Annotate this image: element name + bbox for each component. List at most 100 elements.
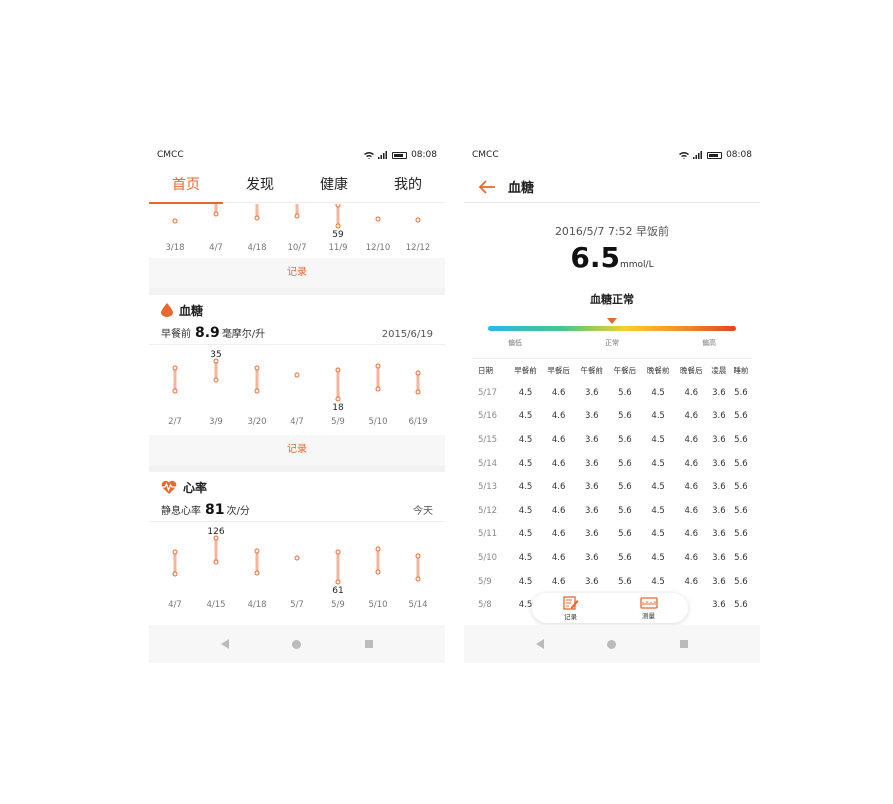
range-point	[254, 388, 260, 394]
page-title: 血糖	[508, 181, 535, 196]
tab-mine[interactable]: 我的	[371, 171, 445, 202]
recent-apps-icon[interactable]	[680, 640, 689, 648]
tick-label: 4/15	[206, 600, 225, 610]
home-feed[interactable]: 59 3/18 4/7 4/18 10/7 11/9 12/10 12/12 记…	[149, 204, 445, 624]
record-action-button[interactable]: 记录	[562, 595, 579, 621]
value-cell: 4.6	[684, 529, 698, 540]
column-header: 晚餐前	[646, 365, 670, 375]
table-row[interactable]: 5/10 4.5 4.6 3.6 5.6 4.5 4.6 3.6 5.6	[472, 546, 752, 570]
range-point	[172, 388, 178, 394]
glucose-history-table[interactable]: 日期 早餐前 早餐后 午餐前 午餐后 晚餐前 晚餐后 凌晨 睡前 5/17 4.5…	[472, 358, 752, 617]
value-cell: 4.5	[651, 529, 665, 540]
heart-rate-date: 今天	[413, 506, 433, 517]
reading-time: 2016/5/7 7:52 早饭前	[554, 225, 670, 238]
value-cell: 3.6	[585, 529, 599, 540]
measure-action-button[interactable]: 测量	[639, 596, 658, 620]
data-point	[172, 218, 178, 224]
glucose-gauge	[488, 326, 736, 331]
battery-icon	[392, 151, 408, 159]
value-cell: 4.6	[551, 552, 566, 563]
glucose-card[interactable]: 血糖 早餐前 8.9 毫摩尔/升 2015/6/19 35 18 2/7 3/9…	[149, 295, 445, 435]
record-action-label: 记录	[564, 612, 577, 621]
table-row[interactable]: 5/14 4.5 4.6 3.6 5.6 4.5 4.6 3.6 5.6	[472, 452, 752, 476]
value-cell: 3.6	[712, 505, 726, 516]
date-cell: 5/10	[478, 552, 498, 563]
tab-health[interactable]: 健康	[297, 171, 371, 202]
value-cell: 4.6	[684, 458, 698, 469]
date-cell: 5/16	[478, 411, 498, 422]
table-row[interactable]: 5/15 4.5 4.6 3.6 5.6 4.5 4.6 3.6 5.6	[472, 428, 752, 452]
carrier: CMCC	[472, 150, 499, 160]
data-point	[294, 372, 300, 378]
value-cell: 3.6	[712, 458, 726, 469]
value-cell: 3.6	[712, 482, 726, 493]
date-cell: 5/12	[478, 505, 498, 516]
back-icon[interactable]	[220, 639, 229, 649]
value-cell: 4.6	[684, 387, 698, 398]
tab-discover[interactable]: 发现	[223, 171, 297, 202]
value-cell: 5.6	[618, 482, 632, 493]
value-cell: 4.5	[651, 387, 665, 398]
reading-value: 6.5	[570, 241, 620, 274]
value-cell: 3.6	[585, 434, 599, 445]
value-cell: 3.6	[712, 552, 726, 563]
glucose-detail-screen: CMCC 08:08 血糖 2016/5/7 7:52 早饭前 6.5mmol/…	[464, 143, 760, 663]
range-point	[254, 365, 260, 371]
table-row[interactable]: 5/9 4.5 4.6 3.6 5.6 4.5 4.6 3.6 5.6	[472, 570, 752, 594]
table-row[interactable]: 5/12 4.5 4.6 3.6 5.6 4.5 4.6 3.6 5.6	[472, 499, 752, 523]
value-cell: 4.6	[551, 458, 566, 469]
date-cell: 5/13	[478, 482, 498, 493]
home-icon[interactable]	[292, 639, 302, 649]
x-axis-labels: 4/7 4/15 4/18 5/7 5/9 5/10 5/14	[168, 600, 427, 610]
range-point	[415, 389, 421, 395]
value-cell: 4.6	[684, 482, 698, 493]
date-cell: 5/11	[478, 529, 498, 540]
floating-action-bar: 记录 测量	[532, 593, 688, 623]
value-cell: 4.6	[551, 411, 566, 422]
tick-label: 3/18	[165, 243, 184, 253]
range-point	[254, 215, 260, 221]
value-cell: 5.6	[734, 434, 748, 445]
tick-label: 11/9	[328, 243, 347, 253]
min-value-label: 59	[332, 230, 344, 240]
heart-rate-card[interactable]: 心率 静息心率 81 次/分 今天 126 61 4/7 4/15 4/18 5…	[149, 472, 445, 612]
recent-apps-icon[interactable]	[365, 640, 374, 648]
value-cell: 4.5	[518, 505, 533, 516]
value-cell: 5.6	[734, 411, 748, 422]
back-arrow-icon[interactable]	[478, 179, 496, 194]
value-cell: 4.6	[551, 505, 566, 516]
value-cell: 3.6	[585, 505, 599, 516]
value-cell: 5.6	[734, 552, 748, 563]
range-point	[375, 546, 381, 552]
table-row[interactable]: 5/17 4.5 4.6 3.6 5.6 4.5 4.6 3.6 5.6	[472, 381, 752, 405]
value-cell: 5.6	[734, 576, 748, 587]
value-cell: 4.5	[518, 458, 533, 469]
home-screen: CMCC 08:08 首页 发现 健康 我的 59 3/18 4/7 4/18 …	[149, 143, 445, 663]
system-nav-bar	[149, 625, 445, 663]
wifi-icon	[679, 152, 690, 159]
home-icon[interactable]	[607, 639, 617, 649]
edit-note-icon	[562, 595, 578, 610]
glucose-chart: 35 18 2/7 3/9 3/20 4/7 5/9 5/10 6/19	[168, 350, 427, 427]
table-row[interactable]: 5/13 4.5 4.6 3.6 5.6 4.5 4.6 3.6 5.6	[472, 475, 752, 499]
value-cell: 4.6	[684, 411, 698, 422]
table-row[interactable]: 5/11 4.5 4.6 3.6 5.6 4.5 4.6 3.6 5.6	[472, 523, 752, 547]
back-icon[interactable]	[535, 639, 544, 649]
tab-home[interactable]: 首页	[149, 171, 223, 204]
record-button[interactable]: 记录	[149, 258, 445, 288]
glucose-record-button[interactable]: 记录	[149, 435, 445, 465]
value-cell: 3.6	[712, 529, 726, 540]
table-row[interactable]: 5/16 4.5 4.6 3.6 5.6 4.5 4.6 3.6 5.6	[472, 405, 752, 429]
column-header: 睡前	[733, 365, 749, 375]
glucose-measure-type: 早餐前	[161, 329, 191, 340]
range-point	[172, 549, 178, 555]
value-cell: 5.6	[734, 387, 748, 398]
range-point	[213, 559, 219, 565]
tick-label: 5/9	[331, 600, 345, 610]
value-cell: 5.6	[734, 600, 748, 611]
range-point	[335, 549, 341, 555]
min-value-label: 61	[332, 586, 343, 596]
tick-label: 3/20	[247, 417, 266, 427]
value-cell: 5.6	[734, 505, 748, 516]
value-cell: 4.5	[518, 576, 533, 587]
